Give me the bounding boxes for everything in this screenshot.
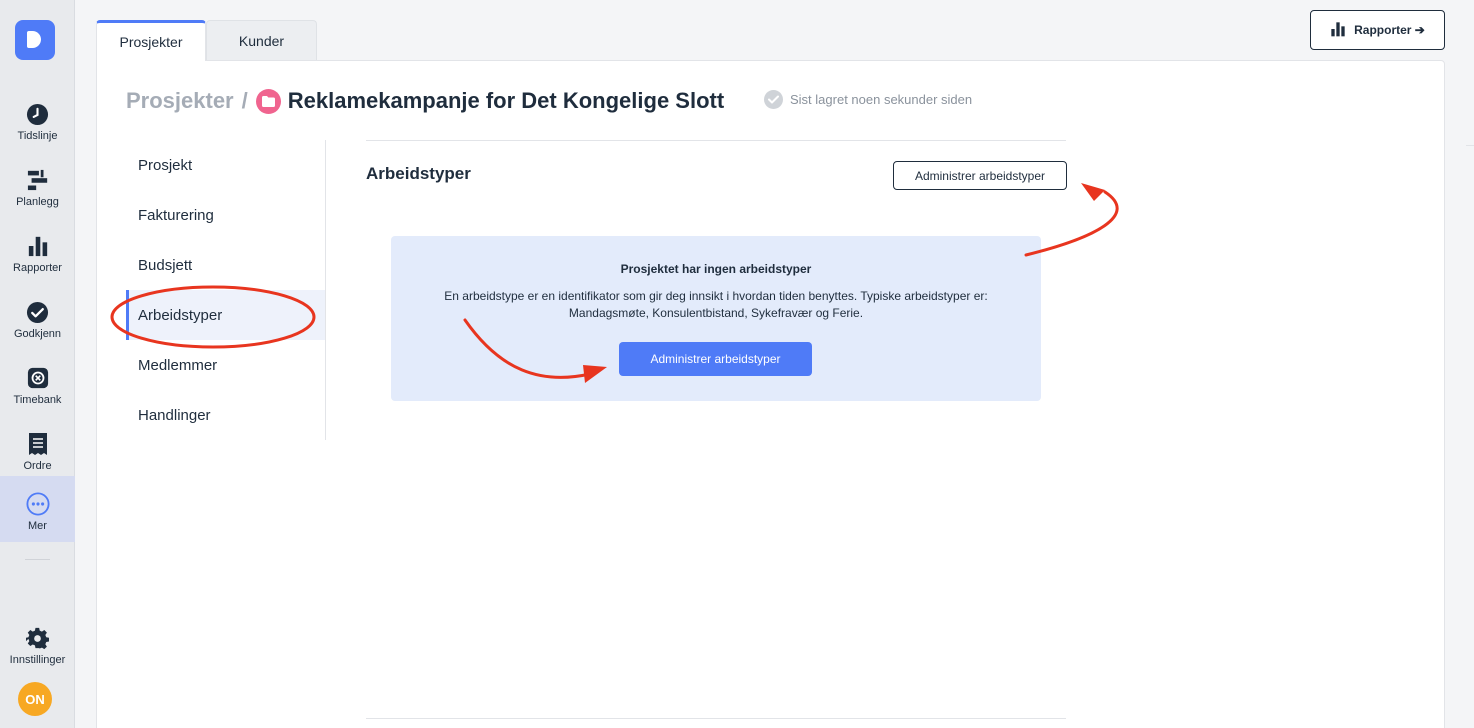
manage-work-types-button[interactable]: Administrer arbeidstyper	[893, 161, 1067, 190]
receipt-icon	[26, 432, 50, 456]
app-logo[interactable]	[15, 20, 55, 60]
reports-button-label: Rapporter ➔	[1354, 23, 1425, 37]
section-title: Arbeidstyper	[366, 164, 471, 183]
saved-status: Sist lagret noen sekunder siden	[764, 90, 972, 109]
sidebar-item-label: Innstillinger	[9, 654, 66, 666]
check-icon	[764, 90, 783, 109]
breadcrumb-root[interactable]: Prosjekter	[126, 88, 234, 114]
sidebar-item-rapporter[interactable]: Rapporter	[0, 218, 75, 284]
menu-item-prosjekt[interactable]: Prosjekt	[126, 140, 325, 190]
menu-item-medlemmer[interactable]: Medlemmer	[126, 340, 325, 390]
folder-icon	[255, 88, 281, 114]
sidebar-item-innstillinger[interactable]: Innstillinger	[0, 610, 75, 676]
sidebar: Tidslinje Planlegg Rapporter Godkjenn Ti…	[0, 0, 75, 728]
sidebar-divider	[25, 559, 50, 560]
breadcrumb: Prosjekter / Reklamekampanje for Det Kon…	[126, 86, 724, 116]
settings-menu: Prosjekt Fakturering Budsjett Arbeidstyp…	[126, 140, 326, 440]
page-title: Reklamekampanje for Det Kongelige Slott	[287, 88, 725, 113]
empty-state-title: Prosjektet har ingen arbeidstyper	[620, 262, 812, 276]
menu-item-budsjett[interactable]: Budsjett	[126, 240, 325, 290]
plan-icon	[26, 168, 50, 192]
check-circle-icon	[26, 300, 50, 324]
sidebar-item-label: Planlegg	[16, 196, 59, 208]
bar-chart-icon	[1330, 21, 1346, 40]
sidebar-item-mer[interactable]: Mer	[0, 476, 75, 542]
sidebar-item-label: Mer	[28, 520, 47, 532]
sidebar-item-label: Rapporter	[13, 262, 62, 274]
menu-item-fakturering[interactable]: Fakturering	[126, 190, 325, 240]
sidebar-item-label: Godkjenn	[13, 328, 62, 340]
sidebar-item-label: Ordre	[23, 460, 52, 472]
saved-status-text: Sist lagret noen sekunder siden	[790, 92, 973, 107]
avatar[interactable]: ON	[18, 682, 52, 716]
sidebar-item-godkjenn[interactable]: Godkjenn	[0, 284, 75, 350]
gear-icon	[26, 626, 50, 650]
sidebar-item-label: Timebank	[13, 394, 62, 406]
empty-state: Prosjektet har ingen arbeidstyper En arb…	[391, 236, 1041, 401]
divider	[1466, 145, 1474, 146]
sidebar-item-ordre[interactable]: Ordre	[0, 416, 75, 482]
menu-item-handlinger[interactable]: Handlinger	[126, 390, 325, 440]
sidebar-item-timebank[interactable]: Timebank	[0, 350, 75, 416]
menu-item-arbeidstyper[interactable]: Arbeidstyper	[126, 290, 325, 340]
sidebar-item-tidslinje[interactable]: Tidslinje	[0, 86, 75, 152]
sidebar-item-label: Tidslinje	[17, 130, 58, 142]
empty-state-text: En arbeidstype er en identifikator som g…	[444, 289, 988, 320]
more-icon	[25, 492, 50, 516]
divider	[366, 140, 1066, 141]
breadcrumb-separator: /	[241, 88, 248, 113]
timebank-icon	[26, 366, 50, 390]
reports-button[interactable]: Rapporter ➔	[1310, 10, 1445, 50]
sidebar-item-planlegg[interactable]: Planlegg	[0, 152, 75, 218]
tab-prosjekter[interactable]: Prosjekter	[96, 20, 206, 61]
clock-icon	[26, 102, 50, 126]
tab-kunder[interactable]: Kunder	[206, 20, 317, 61]
bar-chart-icon	[26, 234, 50, 258]
divider	[366, 718, 1066, 719]
manage-work-types-primary-button[interactable]: Administrer arbeidstyper	[619, 342, 812, 376]
